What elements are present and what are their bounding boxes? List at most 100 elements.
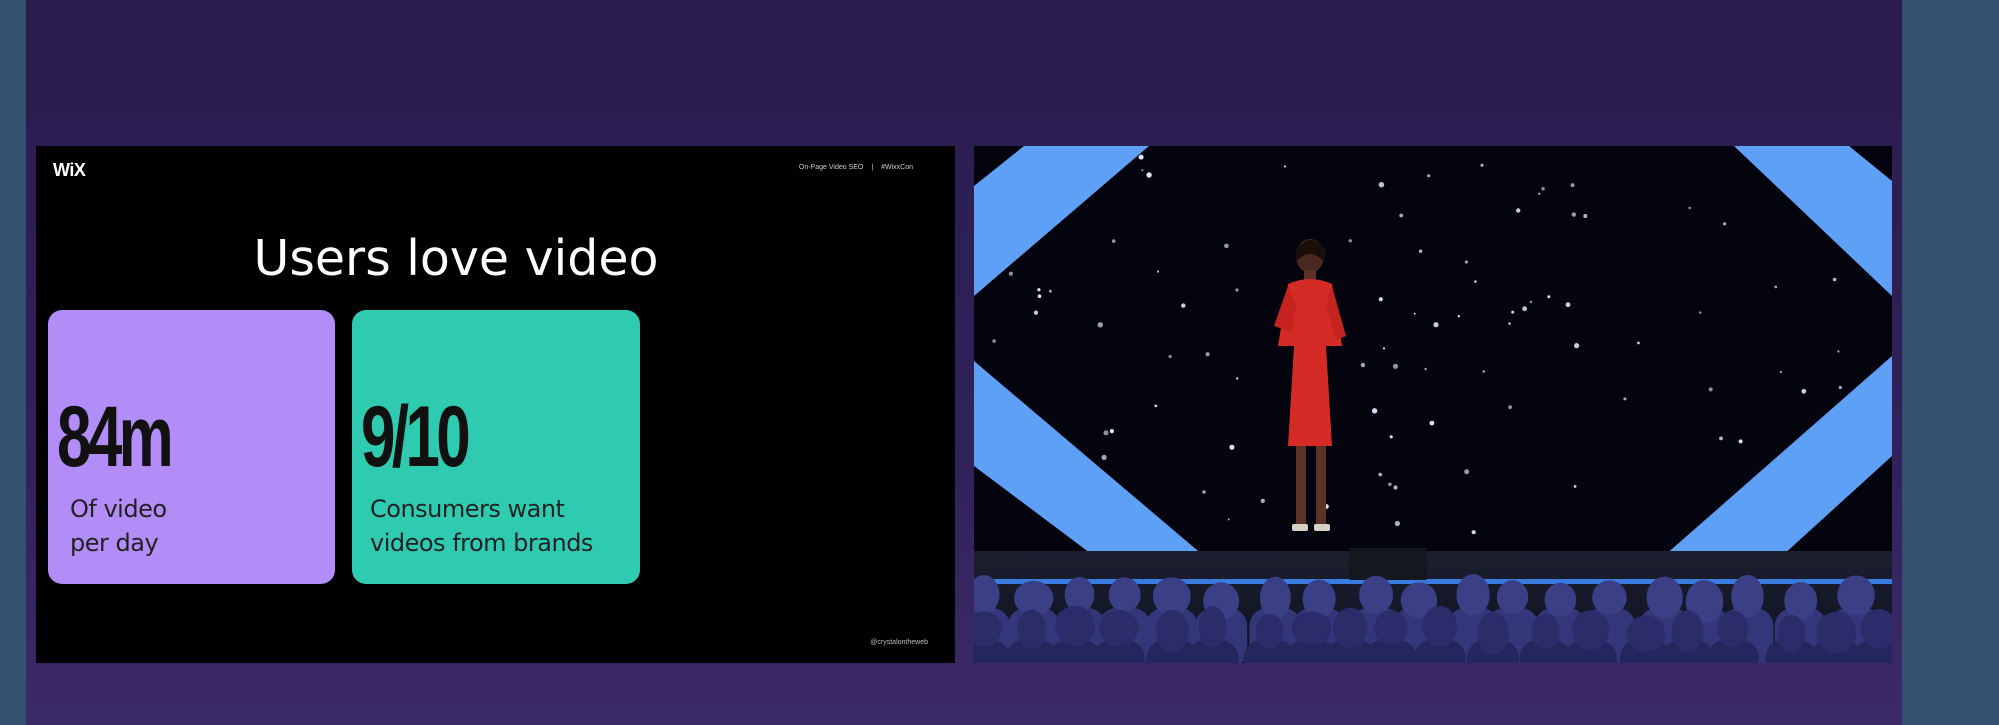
star-light [1168, 354, 1172, 359]
stat-label: Of video per day [70, 492, 330, 560]
speaker-camera-feed [974, 146, 1892, 663]
slide-footer-handle: @crystalontheweb [870, 639, 928, 646]
star-light [992, 339, 996, 343]
slide-header: On-Page Video SEO | #WixxCon [799, 164, 913, 171]
star-light [1037, 294, 1042, 298]
star-light [1738, 439, 1743, 444]
star-light [1399, 213, 1404, 218]
star-light [1623, 397, 1627, 401]
star-light [1508, 322, 1511, 325]
star-light [1382, 347, 1386, 350]
star-light [1708, 387, 1713, 392]
star-light [1637, 341, 1640, 345]
stage-scene-image [974, 146, 1892, 663]
slide-header-right: #WixxCon [881, 164, 913, 171]
star-light [1699, 311, 1702, 314]
star-light [1394, 520, 1400, 527]
star-light [1516, 208, 1521, 213]
star-light [1260, 498, 1265, 503]
star-light [1801, 388, 1807, 394]
stat-label-line: per day [70, 529, 159, 557]
star-light [1413, 312, 1416, 315]
star-light [1418, 249, 1423, 253]
star-light [1508, 405, 1512, 410]
star-light [1427, 174, 1431, 178]
star-light [1360, 362, 1366, 368]
star-light [1482, 370, 1485, 373]
star-light [1522, 306, 1527, 312]
star-light [1154, 404, 1158, 408]
star-light [1838, 385, 1842, 390]
star-light [1433, 322, 1439, 328]
star-light [1224, 243, 1229, 249]
star-light [1111, 239, 1116, 243]
star-light [1101, 454, 1107, 460]
star-light [1571, 212, 1576, 217]
stat-label-line: videos from brands [370, 529, 593, 557]
star-light [1156, 270, 1160, 273]
star-light [1779, 370, 1782, 374]
star-light [1097, 322, 1103, 328]
star-light [1008, 271, 1013, 276]
star-light [1348, 239, 1352, 243]
star-light [1457, 315, 1460, 318]
star-light [1389, 435, 1393, 439]
star-light [1205, 352, 1210, 357]
star-light [1547, 295, 1551, 299]
star-light [1378, 472, 1382, 477]
star-light [1538, 192, 1541, 195]
stat-value: 9/10 [361, 389, 471, 485]
star-light [1464, 260, 1468, 264]
slide-title: Users love video [253, 230, 659, 287]
star-light [1393, 485, 1398, 490]
star-light [1388, 482, 1392, 487]
slide-header-left: On-Page Video SEO [798, 164, 864, 171]
stat-card-consumers: 9/10 Consumers want videos from brands [352, 310, 640, 584]
star-light [1474, 280, 1477, 283]
presentation-slide: WiX On-Page Video SEO | #WixxCon Users l… [36, 146, 955, 663]
stat-label-line: Of video [70, 495, 167, 523]
video-player-frame: WiX On-Page Video SEO | #WixxCon Users l… [26, 0, 1902, 725]
star-light [1480, 163, 1484, 167]
star-light [1541, 187, 1545, 191]
star-light [1429, 420, 1435, 426]
star-light [1574, 343, 1580, 349]
stat-card-video-per-day: 84m Of video per day [48, 310, 335, 584]
star-light [1719, 436, 1723, 441]
star-light [1583, 214, 1588, 218]
star-light [1723, 222, 1727, 226]
star-light [1202, 490, 1206, 494]
star-light [1235, 288, 1239, 292]
star-light [1511, 310, 1515, 314]
star-light [1227, 518, 1230, 521]
star-light [1371, 408, 1378, 414]
star-light [1392, 363, 1399, 369]
star-light [1049, 289, 1052, 293]
star-light [1832, 277, 1837, 282]
star-light [1033, 310, 1039, 315]
star-light [1109, 429, 1114, 434]
stat-value: 84m [57, 389, 174, 485]
star-light [1837, 350, 1840, 353]
star-light [1378, 297, 1383, 302]
star-light [1103, 430, 1109, 436]
stage-monitor [1349, 548, 1427, 580]
star-light [1229, 444, 1235, 450]
stat-label-line: Consumers want [370, 495, 565, 523]
star-light [1236, 377, 1239, 380]
star-light [1138, 154, 1144, 160]
stat-label: Consumers want videos from brands [370, 492, 630, 560]
star-light [1181, 303, 1186, 308]
star-light [1565, 302, 1571, 308]
star-light [1774, 285, 1778, 289]
star-light [1464, 469, 1470, 475]
star-light [1037, 288, 1041, 292]
star-light [1573, 485, 1577, 488]
star-light [1283, 165, 1286, 168]
star-light [1529, 300, 1533, 304]
star-light [1141, 169, 1144, 172]
slide-header-separator: | [871, 164, 874, 171]
wix-logo: WiX [53, 160, 86, 180]
star-light [1378, 181, 1385, 188]
star-light [1688, 206, 1691, 210]
